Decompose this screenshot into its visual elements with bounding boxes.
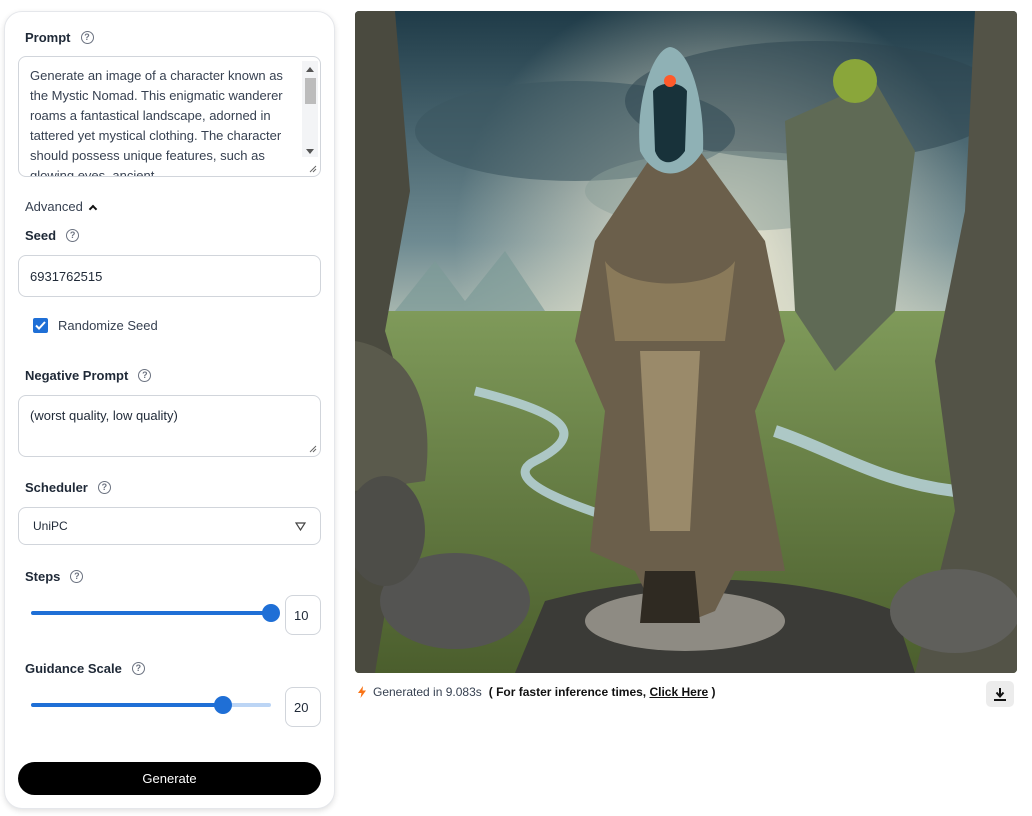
slider-thumb[interactable] bbox=[262, 604, 280, 622]
generation-time: Generated in 9.083s bbox=[373, 685, 482, 699]
check-icon[interactable] bbox=[33, 318, 48, 333]
guidance-scale-slider[interactable] bbox=[31, 696, 271, 714]
slider-thumb[interactable] bbox=[214, 696, 232, 714]
click-here-link[interactable]: Click Here bbox=[649, 685, 708, 699]
help-icon[interactable]: ? bbox=[80, 31, 94, 44]
scheduler-value[interactable]: UniPC bbox=[33, 519, 68, 533]
scroll-up-icon[interactable] bbox=[306, 67, 314, 72]
steps-input[interactable]: 10 bbox=[285, 595, 321, 635]
prompt-scrollbar[interactable] bbox=[302, 61, 318, 157]
scheduler-label: Scheduler ? bbox=[25, 480, 111, 495]
negative-prompt-text[interactable]: (worst quality, low quality) bbox=[30, 408, 178, 423]
resize-handle-icon[interactable] bbox=[307, 443, 317, 453]
seed-input[interactable]: 6931762515 bbox=[18, 255, 321, 297]
seed-label: Seed ? bbox=[25, 228, 80, 243]
help-icon[interactable]: ? bbox=[70, 570, 84, 583]
negative-prompt-label: Negative Prompt ? bbox=[25, 368, 152, 383]
help-icon[interactable]: ? bbox=[66, 229, 80, 242]
inference-note-close: ) bbox=[708, 685, 716, 699]
scroll-thumb[interactable] bbox=[305, 78, 316, 104]
resize-handle-icon[interactable] bbox=[307, 163, 317, 173]
help-icon[interactable]: ? bbox=[131, 662, 145, 675]
steps-slider[interactable] bbox=[31, 604, 280, 622]
help-icon[interactable]: ? bbox=[138, 369, 152, 382]
steps-label: Steps ? bbox=[25, 569, 84, 584]
guidance-scale-label: Guidance Scale ? bbox=[25, 661, 145, 676]
download-icon[interactable] bbox=[994, 687, 1006, 701]
download-button[interactable] bbox=[986, 681, 1014, 707]
scroll-down-icon[interactable] bbox=[306, 149, 314, 154]
help-icon[interactable]: ? bbox=[97, 481, 111, 494]
prompt-text[interactable]: Generate an image of a character known a… bbox=[30, 66, 302, 176]
scheduler-select[interactable]: UniPC bbox=[18, 507, 321, 545]
lightning-icon bbox=[358, 686, 366, 698]
randomize-seed-checkbox[interactable]: Randomize Seed bbox=[33, 318, 158, 333]
generate-button[interactable]: Generate bbox=[18, 762, 321, 795]
randomize-seed-label[interactable]: Randomize Seed bbox=[58, 318, 158, 333]
generated-image bbox=[355, 11, 1017, 673]
prompt-label: Prompt ? bbox=[25, 30, 94, 45]
chevron-up-icon bbox=[88, 204, 98, 213]
inference-note: ( For faster inference times, bbox=[488, 685, 650, 699]
generation-status: Generated in 9.083s ( For faster inferen… bbox=[358, 685, 716, 699]
negative-prompt-textarea[interactable]: (worst quality, low quality) bbox=[18, 395, 321, 457]
dropdown-caret-icon[interactable] bbox=[295, 522, 306, 531]
prompt-textarea[interactable]: Generate an image of a character known a… bbox=[18, 56, 321, 177]
slider-fill bbox=[31, 703, 223, 707]
guidance-scale-input[interactable]: 20 bbox=[285, 687, 321, 727]
settings-panel: Prompt ? Generate an image of a characte… bbox=[4, 11, 335, 809]
seed-value[interactable]: 6931762515 bbox=[30, 269, 102, 284]
slider-fill bbox=[31, 611, 271, 615]
advanced-toggle[interactable]: Advanced bbox=[25, 199, 98, 214]
